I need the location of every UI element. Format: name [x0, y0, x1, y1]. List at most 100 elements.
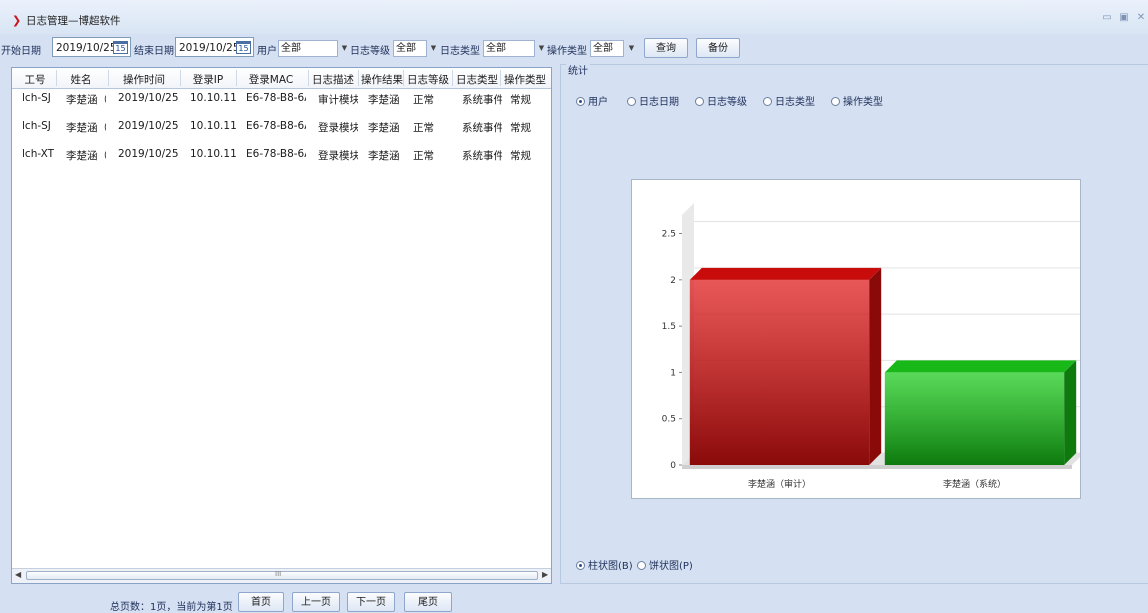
table-cell: 李楚涵（ — [368, 122, 406, 134]
column-separator[interactable] — [56, 70, 57, 86]
close-icon[interactable]: ✕ — [1135, 12, 1147, 24]
table-cell: 李楚涵（ — [66, 122, 106, 134]
chevron-down-icon[interactable]: ▼ — [627, 40, 636, 57]
user-filter-label: 用户 — [257, 46, 277, 57]
group-by-radio-label: 日志等级 — [707, 97, 747, 108]
column-header[interactable]: 操作时间 — [110, 72, 178, 87]
radio-icon[interactable] — [637, 561, 646, 570]
column-separator[interactable] — [236, 70, 237, 86]
end-date-picker[interactable]: 2019/10/25 15 — [175, 37, 254, 57]
table-cell: E6-78-B8-6A — [246, 120, 306, 132]
radio-icon[interactable] — [627, 97, 636, 106]
column-header[interactable]: 日志等级 — [405, 72, 451, 87]
column-header[interactable]: 日志描述 — [310, 72, 356, 87]
group-by-radio[interactable]: 日志类型 — [763, 93, 815, 108]
column-separator[interactable] — [403, 70, 404, 86]
group-by-radio[interactable]: 操作类型 — [831, 93, 883, 108]
table-cell: 正常 — [413, 94, 434, 106]
group-by-radio-label: 操作类型 — [843, 97, 883, 108]
radio-icon[interactable] — [576, 561, 585, 570]
end-date-value: 2019/10/25 — [179, 42, 240, 54]
group-by-radio[interactable]: 日志日期 — [627, 93, 679, 108]
column-separator[interactable] — [308, 70, 309, 86]
bar-side — [1064, 360, 1077, 465]
bar-top — [884, 360, 1077, 373]
chevron-down-icon[interactable]: ▼ — [340, 40, 349, 57]
table-cell: 2019/10/25 — [118, 120, 179, 132]
table-cell: 正常 — [413, 122, 434, 134]
radio-icon[interactable] — [695, 97, 704, 106]
statistics-title: 统计 — [566, 62, 590, 77]
group-by-radio[interactable]: 用户 — [576, 93, 608, 108]
scroll-right-icon[interactable]: ▶ — [542, 570, 548, 579]
prev-page-button[interactable]: 上一页 — [292, 592, 340, 612]
table-row[interactable]: lch-XT 李楚涵（ 2019/10/25 10.10.11.8 E6-78-B8-6… — [12, 146, 551, 166]
table-cell: 系统事件 — [462, 94, 502, 106]
backup-button[interactable]: 备份 — [696, 38, 740, 58]
column-separator[interactable] — [452, 70, 453, 86]
query-button[interactable]: 查询 — [644, 38, 688, 58]
column-header[interactable]: 登录MAC — [238, 72, 304, 87]
column-separator[interactable] — [500, 70, 501, 86]
scrollbar-thumb[interactable]: III — [26, 570, 538, 580]
radio-icon[interactable] — [763, 97, 772, 106]
y-tick-label: 0 — [670, 461, 676, 471]
start-date-value: 2019/10/25 — [56, 42, 117, 54]
table-row[interactable]: lch-SJ 李楚涵（ 2019/10/25 10.10.11.8 E6-78-B8-6… — [12, 118, 551, 138]
calendar-icon[interactable]: 15 — [236, 41, 251, 54]
scroll-left-icon[interactable]: ◀ — [15, 570, 21, 579]
table-cell: E6-78-B8-6A — [246, 148, 306, 160]
next-page-button[interactable]: 下一页 — [347, 592, 395, 612]
radio-icon[interactable] — [576, 97, 585, 106]
column-header[interactable]: 操作结果 — [360, 72, 404, 87]
bar — [689, 279, 870, 465]
chart-type-radio[interactable]: 柱状图(B) — [576, 557, 633, 572]
log-table[interactable]: 工号 姓名 操作时间 登录IP 登录MAC 日志描述 操作结果 日志等级 日志类型 操作类型 lc… — [11, 67, 552, 584]
log-type-label: 日志类型 — [440, 46, 480, 57]
chevron-down-icon[interactable]: ▼ — [537, 40, 546, 57]
column-separator[interactable] — [108, 70, 109, 86]
calendar-icon[interactable]: 15 — [113, 41, 128, 54]
radio-icon[interactable] — [831, 97, 840, 106]
start-date-picker[interactable]: 2019/10/25 15 — [52, 37, 131, 57]
end-date-label: 结束日期 — [134, 46, 174, 57]
group-by-radio[interactable]: 日志等级 — [695, 93, 747, 108]
column-separator[interactable] — [180, 70, 181, 86]
column-header[interactable]: 登录IP — [182, 72, 234, 87]
table-cell: 常规 — [510, 150, 531, 162]
maximize-icon[interactable]: ▣ — [1118, 12, 1130, 24]
column-header[interactable]: 工号 — [16, 72, 54, 87]
horizontal-scrollbar[interactable]: ◀ III ▶ — [12, 568, 551, 583]
table-cell: 正常 — [413, 150, 434, 162]
table-cell: 10.10.11.8 — [190, 92, 236, 104]
log-type-select[interactable]: 全部 — [483, 40, 535, 57]
bar-top — [689, 267, 882, 280]
column-header[interactable]: 姓名 — [58, 72, 104, 87]
chart-floor-edge — [682, 465, 1072, 469]
first-page-button[interactable]: 首页 — [238, 592, 284, 612]
table-cell: 李楚涵（ — [66, 94, 106, 106]
table-cell: 李楚涵（ — [66, 150, 106, 162]
chart-type-radio[interactable]: 饼状图(P) — [637, 557, 693, 572]
table-cell: 登录模块 — [318, 150, 358, 162]
user-filter-select[interactable]: 全部 — [278, 40, 338, 57]
minimize-icon[interactable]: ▭ — [1101, 12, 1113, 24]
column-separator[interactable] — [358, 70, 359, 86]
table-cell: 系统事件 — [462, 122, 502, 134]
table-cell: 李楚涵（ — [368, 150, 406, 162]
start-date-label: 开始日期 — [1, 46, 41, 57]
table-row[interactable]: lch-SJ 李楚涵（ 2019/10/25 10.10.11.8 E6-78-B8-6… — [12, 90, 551, 110]
column-header[interactable]: 操作类型 — [502, 72, 548, 87]
group-by-radio-label: 日志类型 — [775, 97, 815, 108]
y-tick-label: 2.5 — [662, 230, 676, 240]
y-tick-label: 0.5 — [662, 415, 676, 425]
last-page-button[interactable]: 尾页 — [404, 592, 452, 612]
chevron-down-icon[interactable]: ▼ — [429, 40, 438, 57]
op-type-select[interactable]: 全部 — [590, 40, 624, 57]
scrollbar-grip: III — [275, 570, 282, 578]
log-level-select[interactable]: 全部 — [393, 40, 427, 57]
chart-type-radio-label: 柱状图(B) — [588, 561, 633, 572]
title-bar: ❯ 日志管理—博超软件 ▭ ▣ ✕ — [0, 0, 1148, 34]
bar-side — [869, 267, 882, 465]
column-header[interactable]: 日志类型 — [454, 72, 500, 87]
